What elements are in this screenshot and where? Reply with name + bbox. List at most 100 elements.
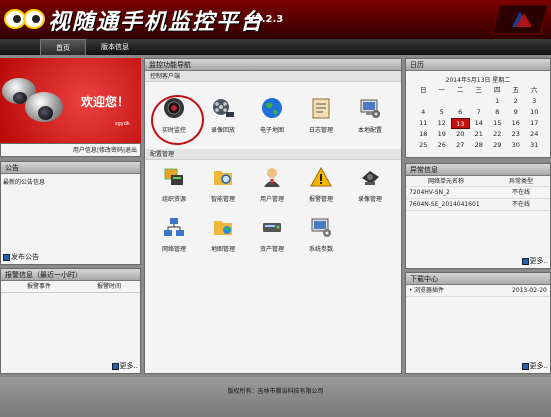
calendar-day[interactable] [414,96,433,107]
warning-icon [310,166,332,187]
emap-button[interactable]: 电子地图 [252,97,292,134]
calendar-day[interactable]: 17 [525,118,544,129]
device-icon [263,223,281,232]
alarm-table-header: 报警事件 报警时间 [1,281,140,293]
calendar-day[interactable] [433,96,452,107]
download-title: 下载中心 [406,273,550,285]
calendar-weekday-row: 日一二三四五六 [414,85,544,96]
calendar-day[interactable]: 26 [433,140,452,151]
calendar-day[interactable]: 18 [414,129,433,140]
calendar-day[interactable]: 4 [414,107,433,118]
welcome-text: 欢迎您！ [81,95,130,109]
network-manage-button[interactable]: 网络管理 [154,216,194,253]
app-version: V5.2.3 [247,14,284,25]
calendar-panel: 日历 2014年5月13日 星期二 日一二三四五六 1 2 3 4 5 6 7 8 9 10 11 12… [405,58,551,158]
alarm-more-link[interactable]: 更多.. [111,361,138,371]
calendar-day[interactable]: 19 [433,129,452,140]
asset-manage-button[interactable]: 资产管理 [252,216,292,253]
table-row[interactable]: 7204HV-SN_2 不在线 [406,187,550,199]
app-title: 视随通手机监控平台 [48,9,265,35]
footer: 版权所有：吉林市腾治科技有限公司 [0,377,551,417]
logout-link[interactable]: 退出 [125,147,137,154]
calendar-weekday: 六 [531,86,538,94]
calendar-title: 日历 [406,59,550,71]
document-icon [312,98,330,119]
calendar-day[interactable]: 30 [507,140,526,151]
calendar-day[interactable]: 8 [488,107,507,118]
alarm-manage-button[interactable]: 报警管理 [301,166,341,203]
alarm-panel: 报警信息（最近一小时） 报警事件 报警时间 更多.. [0,268,141,374]
alarm-col-time: 报警时间 [97,283,122,290]
calendar-day[interactable]: 1 [488,96,507,107]
user-manage-button[interactable]: 用户管理 [252,166,292,203]
change-password-link[interactable]: 修改密码 [99,147,123,154]
user-info-link[interactable]: 用户信息 [73,147,97,154]
calendar-day[interactable] [451,96,470,107]
publish-notice-button[interactable]: 发布公告 [3,252,39,262]
calendar-date-line: 2014年5月13日 星期二 [445,77,511,84]
calendar-day[interactable]: 11 [414,118,433,129]
network-icon [164,218,184,236]
calendar-day[interactable]: 9 [507,107,526,118]
folder-search-icon [214,171,232,185]
notice-panel: 公告 最新的公告信息 发布公告 [0,161,141,265]
calendar-day[interactable]: 22 [488,129,507,140]
calendar-day[interactable]: 28 [470,140,489,151]
calendar-day[interactable]: 12 [433,118,452,129]
calendar-weekday: 一 [438,86,446,94]
calendar-day[interactable]: 10 [525,107,544,118]
copyright-text: 版权所有：吉林市腾治科技有限公司 [227,388,324,395]
calendar-day[interactable]: 5 [433,107,452,118]
header-bar: 视随通手机监控平台 V5.2.3 [0,0,551,39]
record-manage-button[interactable]: 录像管理 [350,166,390,203]
calendar-weekday: 日 [420,86,427,94]
calendar-day[interactable]: 13 [451,118,470,129]
calendar-weekday: 三 [475,86,483,94]
tab-home[interactable]: 首页 [40,39,86,55]
more-icon [111,362,119,370]
calendar-day[interactable]: 20 [451,129,470,140]
calendar-day[interactable]: 14 [470,118,489,129]
exception-title: 异常信息 [406,164,550,176]
smart-manage-button[interactable]: 智能管理 [203,166,243,203]
calendar-day[interactable]: 7 [470,107,489,118]
calendar-grid: 日一二三四五六 1 2 3 4 5 6 7 8 9 10 11 12 13 14 15 16 17 18 19 20 21… [414,85,544,151]
calendar-day[interactable]: 31 [525,140,544,151]
brand-logo-icon [491,4,549,35]
org-resource-button[interactable]: 组织资源 [154,166,194,203]
calendar-day[interactable]: 6 [451,107,470,118]
settings-screen-icon [360,99,380,118]
playback-button[interactable]: 录像回放 [203,97,243,134]
calendar-weekday: 四 [494,86,501,94]
alarm-col-event: 报警事件 [27,283,52,290]
local-config-button[interactable]: 本地配置 [350,97,390,134]
list-item[interactable]: • 浏览器插件 2013-02-20 [406,285,550,297]
calendar-week-row: 123 [414,96,544,107]
exception-more-link[interactable]: 更多.. [521,256,548,266]
nav-panel-title: 监控功能导航 [145,59,401,71]
calendar-day[interactable]: 15 [488,118,507,129]
tab-version-info[interactable]: 版本信息 [92,39,138,55]
globe-icon [262,98,282,118]
calendar-day[interactable]: 21 [470,129,489,140]
calendar-day[interactable]: 23 [507,129,526,140]
binocular-logo-icon [4,9,45,29]
calendar-day[interactable]: 25 [414,140,433,151]
exception-col-type: 异常类型 [509,178,534,185]
calendar-day[interactable]: 29 [488,140,507,151]
calendar-day[interactable]: 27 [451,140,470,151]
calendar-day[interactable]: 3 [525,96,544,107]
calendar-day[interactable]: 16 [507,118,526,129]
map-manage-button[interactable]: 地图管理 [203,216,243,253]
section-config: 配置管理 [145,149,401,160]
log-manage-button[interactable]: 日志管理 [301,97,341,134]
table-row[interactable]: 7604N-SE_2014041601 不在线 [406,199,550,211]
calendar-day[interactable]: 24 [525,129,544,140]
calendar-day[interactable]: 2 [507,96,526,107]
calendar-week-row: 18 19 20 21 22 23 24 [414,129,544,140]
calendar-day[interactable] [470,96,489,107]
download-more-link[interactable]: 更多.. [521,361,548,371]
notice-title: 公告 [1,162,140,174]
monitor-gear-icon [311,218,331,237]
system-params-button[interactable]: 系统参数 [301,216,341,253]
